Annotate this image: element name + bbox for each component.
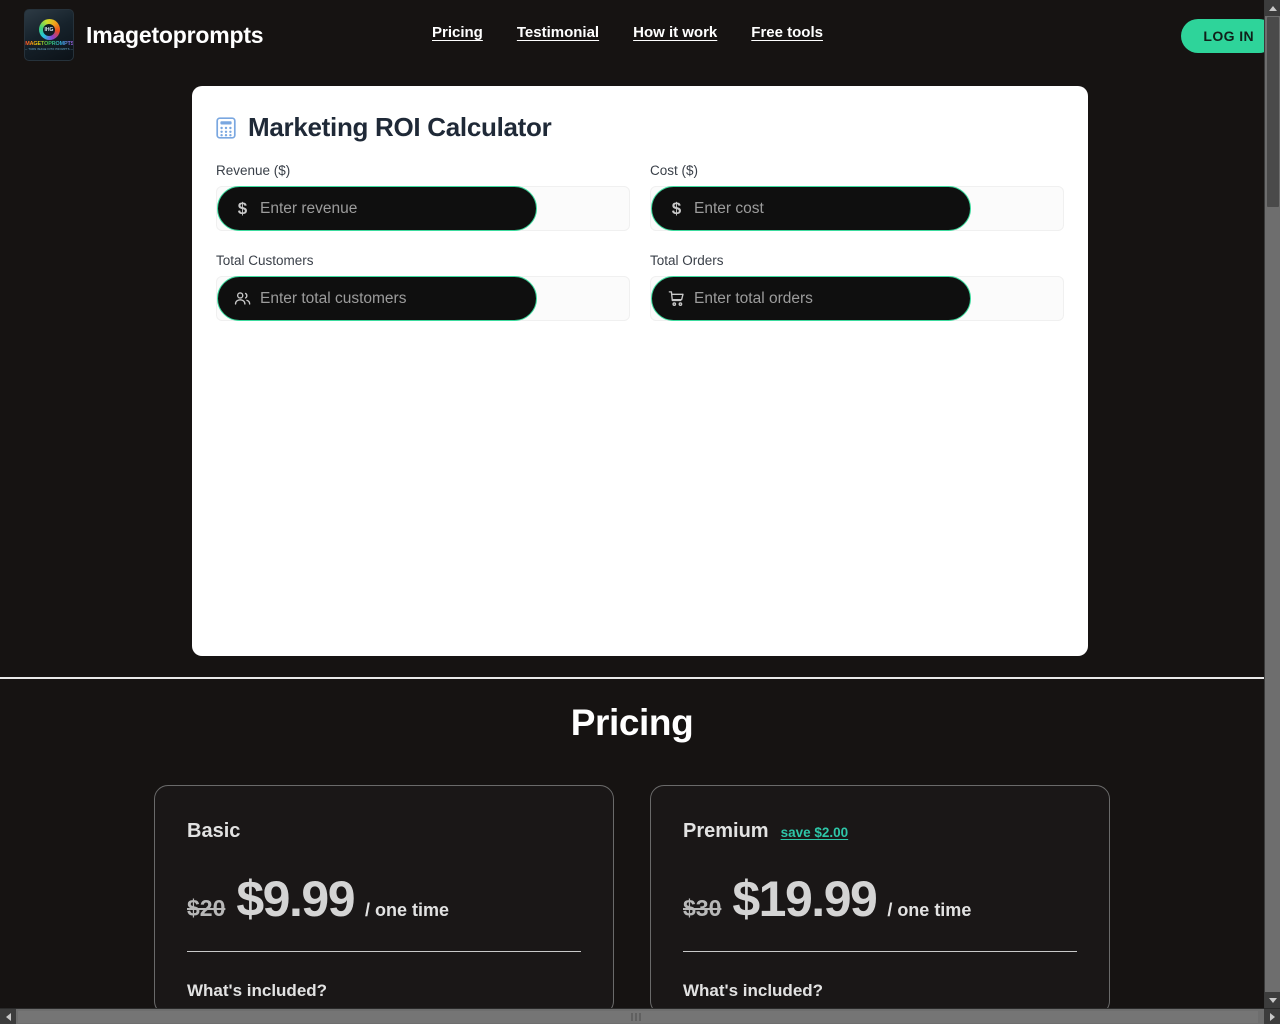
label-total-customers: Total Customers	[216, 253, 314, 268]
login-button[interactable]: LOG IN	[1181, 19, 1264, 53]
plan-divider-premium	[683, 951, 1077, 952]
total-customers-input[interactable]	[260, 289, 520, 308]
horizontal-scrollbar-thumb[interactable]	[18, 1011, 1258, 1023]
plan-card-premium[interactable]: Premium save $2.00 $30 $19.99 / one time…	[650, 785, 1110, 1008]
scroll-down-arrow-icon[interactable]	[1265, 992, 1280, 1008]
brand[interactable]: IHG IMAGETOPROMPTS — TURN IMAGE INTO PRO…	[24, 9, 264, 61]
plan-old-price-basic: $20	[187, 895, 226, 921]
horizontal-scrollbar[interactable]	[0, 1008, 1280, 1024]
logo-mark-text: IHG	[43, 23, 55, 36]
plan-period-premium: / one time	[887, 900, 972, 920]
nav-link-free-tools[interactable]: Free tools	[751, 24, 823, 41]
browser-viewport: IHG IMAGETOPROMPTS — TURN IMAGE INTO PRO…	[0, 0, 1280, 1024]
logo-ring-icon: IHG	[38, 19, 60, 40]
field-total-orders: Total Orders	[650, 253, 1064, 343]
plan-included-title-premium: What's included?	[683, 981, 824, 1000]
plan-price-row-premium: $30 $19.99 / one time	[683, 874, 1077, 924]
users-icon	[234, 292, 251, 305]
scroll-up-arrow-icon[interactable]	[1265, 0, 1280, 16]
revenue-input[interactable]	[260, 199, 520, 218]
plan-old-price-premium: $30	[683, 895, 722, 921]
scroll-left-arrow-icon[interactable]	[0, 1009, 16, 1024]
plan-head-basic: Basic	[187, 820, 581, 843]
page-content: IHG IMAGETOPROMPTS — TURN IMAGE INTO PRO…	[0, 0, 1264, 1008]
nav-link-how-it-work[interactable]: How it work	[633, 24, 717, 41]
calculator-title-row: Marketing ROI Calculator	[192, 86, 1088, 143]
field-total-customers: Total Customers	[216, 253, 630, 343]
calculator-form: Revenue ($) $ Cost ($) $	[192, 143, 1088, 343]
plan-name-basic: Basic	[187, 820, 241, 842]
plan-head-premium: Premium save $2.00	[683, 820, 1077, 843]
nav-link-pricing[interactable]: Pricing	[432, 24, 483, 41]
imagetoprompts-logo-icon: IHG IMAGETOPROMPTS — TURN IMAGE INTO PRO…	[24, 9, 74, 61]
shopping-cart-icon	[668, 291, 684, 306]
vertical-scrollbar[interactable]	[1264, 0, 1280, 1008]
plan-included-title-basic: What's included?	[187, 981, 328, 1000]
nav-link-testimonial[interactable]: Testimonial	[517, 24, 599, 41]
brand-name: Imagetoprompts	[86, 21, 264, 48]
plan-price-basic: $9.99	[236, 871, 355, 927]
plan-period-basic: / one time	[365, 900, 450, 920]
pricing-title: Pricing	[570, 702, 694, 743]
field-shell-revenue: $	[216, 186, 630, 231]
input-pill-cost[interactable]: $	[651, 186, 971, 231]
pricing-grid: Basic $20 $9.99 / one time What's includ…	[0, 785, 1264, 1008]
cost-input[interactable]	[694, 199, 954, 218]
dollar-icon: $	[237, 199, 248, 218]
calculator-title: Marketing ROI Calculator	[248, 112, 552, 142]
field-shell-total-orders	[650, 276, 1064, 321]
label-total-orders: Total Orders	[650, 253, 724, 268]
label-revenue: Revenue ($)	[216, 163, 291, 178]
input-pill-total-orders[interactable]	[651, 276, 971, 321]
vertical-scrollbar-thumb[interactable]	[1267, 17, 1279, 207]
total-orders-input[interactable]	[694, 289, 954, 308]
plan-card-basic[interactable]: Basic $20 $9.99 / one time What's includ…	[154, 785, 614, 1008]
field-cost: Cost ($) $	[650, 163, 1064, 253]
field-revenue: Revenue ($) $	[216, 163, 630, 253]
pricing-section: Pricing Basic $20 $9.99 / one time What'…	[0, 679, 1264, 1008]
plan-divider-basic	[187, 951, 581, 952]
label-cost: Cost ($)	[650, 163, 699, 178]
scroll-right-arrow-icon[interactable]	[1264, 1009, 1280, 1024]
dollar-icon: $	[671, 199, 682, 218]
logo-wordmark: IMAGETOPROMPTS	[24, 41, 74, 47]
calculator-icon	[216, 116, 236, 139]
scrollbar-grip-icon	[631, 1013, 645, 1021]
field-shell-total-customers	[216, 276, 630, 321]
logo-tagline: — TURN IMAGE INTO PROMPTS —	[24, 48, 74, 51]
main-nav: Pricing Testimonial How it work Free too…	[432, 24, 823, 41]
marketing-roi-calculator-card: Marketing ROI Calculator Revenue ($) $ C…	[192, 86, 1088, 656]
plan-name-premium: Premium	[683, 820, 769, 842]
plan-save-badge-premium[interactable]: save $2.00	[781, 825, 849, 840]
site-header: IHG IMAGETOPROMPTS — TURN IMAGE INTO PRO…	[0, 0, 1264, 70]
input-pill-revenue[interactable]: $	[217, 186, 537, 231]
input-pill-total-customers[interactable]	[217, 276, 537, 321]
plan-price-row-basic: $20 $9.99 / one time	[187, 874, 581, 924]
field-shell-cost: $	[650, 186, 1064, 231]
plan-price-premium: $19.99	[732, 871, 877, 927]
